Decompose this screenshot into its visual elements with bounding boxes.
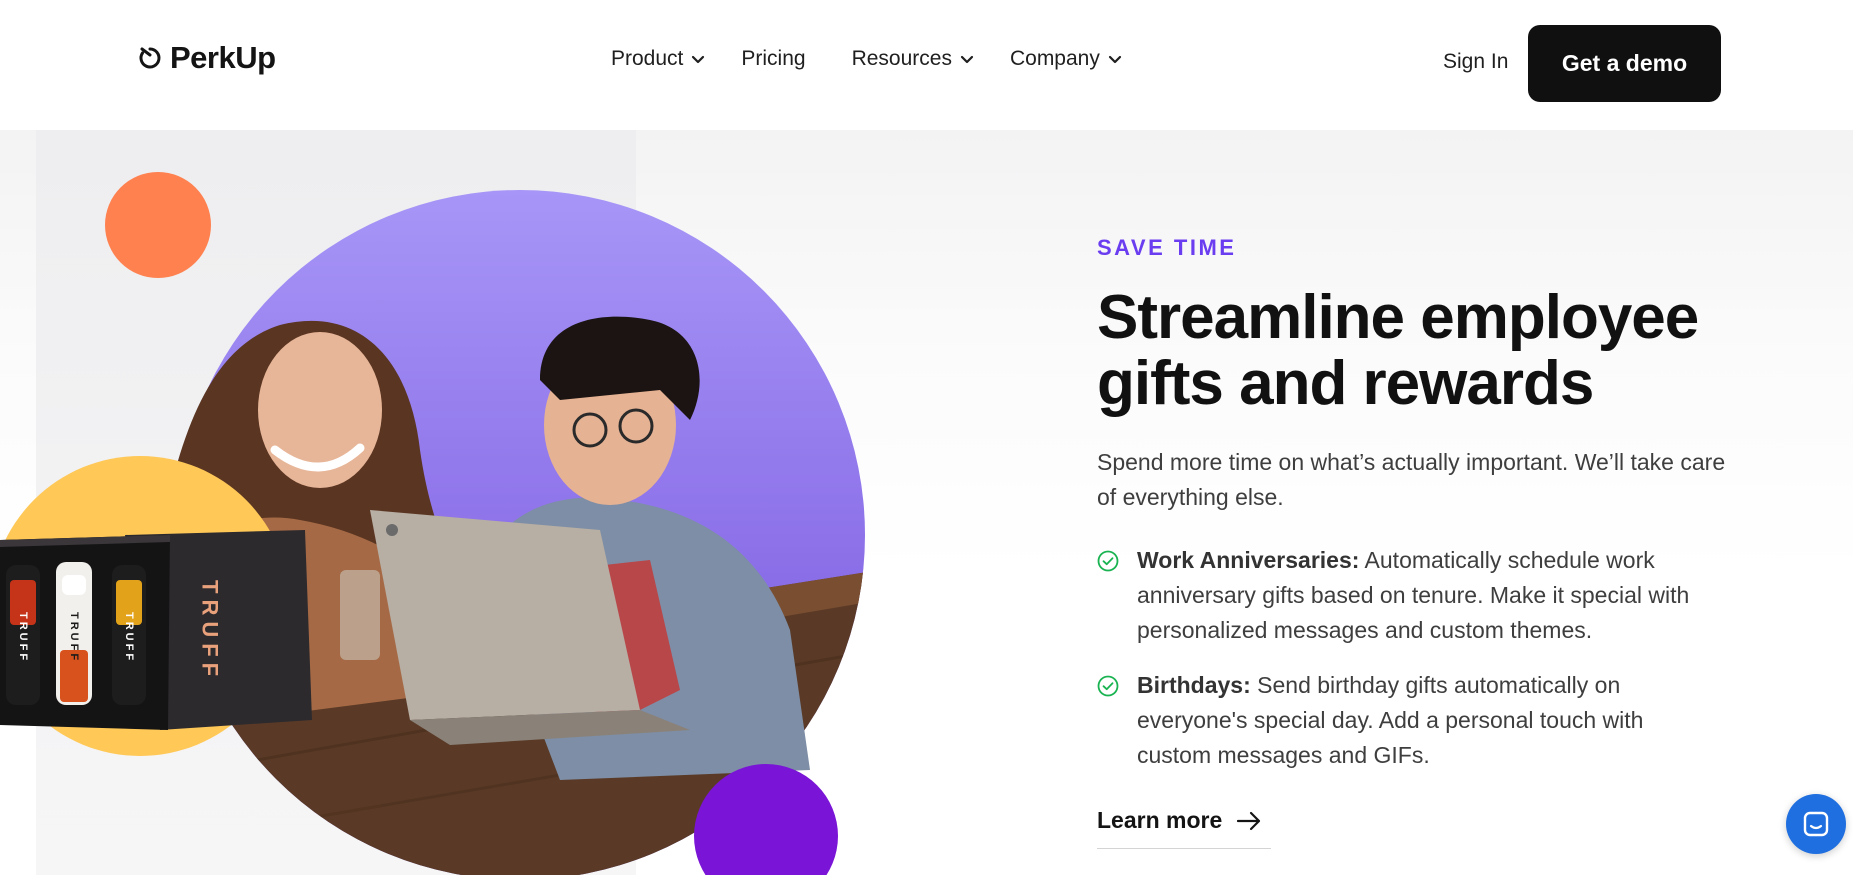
main-nav: Product Pricing Resources Company xyxy=(611,47,1122,71)
feature-title: Birthdays: xyxy=(1137,672,1251,698)
nav-company[interactable]: Company xyxy=(1010,47,1122,71)
nav-pricing-label: Pricing xyxy=(741,47,806,70)
hero-headline-line1: Streamline employee xyxy=(1097,283,1699,352)
arrow-right-icon xyxy=(1237,811,1261,830)
get-demo-button[interactable]: Get a demo xyxy=(1528,25,1721,102)
brand-name: PerkUp xyxy=(170,40,276,75)
hero-headline-line2: gifts and rewards xyxy=(1097,349,1594,418)
site-header: PerkUp Product Pricing Resources Company… xyxy=(0,0,1853,130)
chevron-down-icon xyxy=(960,55,974,64)
hero-headline: Streamline employee gifts and rewards xyxy=(1097,285,1737,417)
chevron-down-icon xyxy=(692,55,705,64)
hero-subtext: Spend more time on what’s actually impor… xyxy=(1097,449,1726,510)
nav-resources-label: Resources xyxy=(851,47,952,70)
check-circle-icon xyxy=(1097,675,1119,697)
nav-resources[interactable]: Resources xyxy=(852,47,974,71)
truff-box-label: TRUFF xyxy=(198,580,223,682)
feature-item: Birthdays: Send birthday gifts automatic… xyxy=(1097,668,1737,773)
brand-logo[interactable]: PerkUp xyxy=(138,40,276,76)
truff-bottle-label-3: TRUFF xyxy=(123,612,135,663)
nav-product[interactable]: Product xyxy=(611,47,705,71)
feature-text: Work Anniversaries: Automatically schedu… xyxy=(1137,543,1717,648)
truff-bottle-label-2: TRUFF xyxy=(68,612,80,663)
section-eyebrow: SAVE TIME xyxy=(1097,235,1237,260)
orange-circle xyxy=(105,172,211,278)
learn-more-label: Learn more xyxy=(1097,807,1223,833)
chevron-down-icon xyxy=(1108,55,1121,64)
feature-item: Work Anniversaries: Automatically schedu… xyxy=(1097,543,1737,648)
learn-more-link[interactable]: Learn more xyxy=(1097,807,1271,849)
glass xyxy=(340,570,380,660)
chat-launcher-button[interactable] xyxy=(1786,794,1846,854)
hero-content: SAVE TIME Streamline employee gifts and … xyxy=(1097,235,1737,793)
perkup-logo-icon xyxy=(139,47,161,69)
truff-bottle-label-1: TRUFF xyxy=(17,612,29,663)
hero-illustration: TRUFF TRUFF TRUFF TRUFF xyxy=(0,172,865,875)
feature-list: Work Anniversaries: Automatically schedu… xyxy=(1097,543,1737,773)
feature-text: Birthdays: Send birthday gifts automatic… xyxy=(1137,668,1717,773)
nav-pricing[interactable]: Pricing xyxy=(741,47,805,71)
feature-title: Work Anniversaries: xyxy=(1137,547,1360,573)
sign-in-link[interactable]: Sign In xyxy=(1443,50,1508,74)
chat-icon xyxy=(1803,811,1829,837)
nav-product-label: Product xyxy=(611,47,684,70)
check-circle-icon xyxy=(1097,550,1119,572)
truff-product-box xyxy=(0,530,312,730)
nav-company-label: Company xyxy=(1009,47,1100,70)
